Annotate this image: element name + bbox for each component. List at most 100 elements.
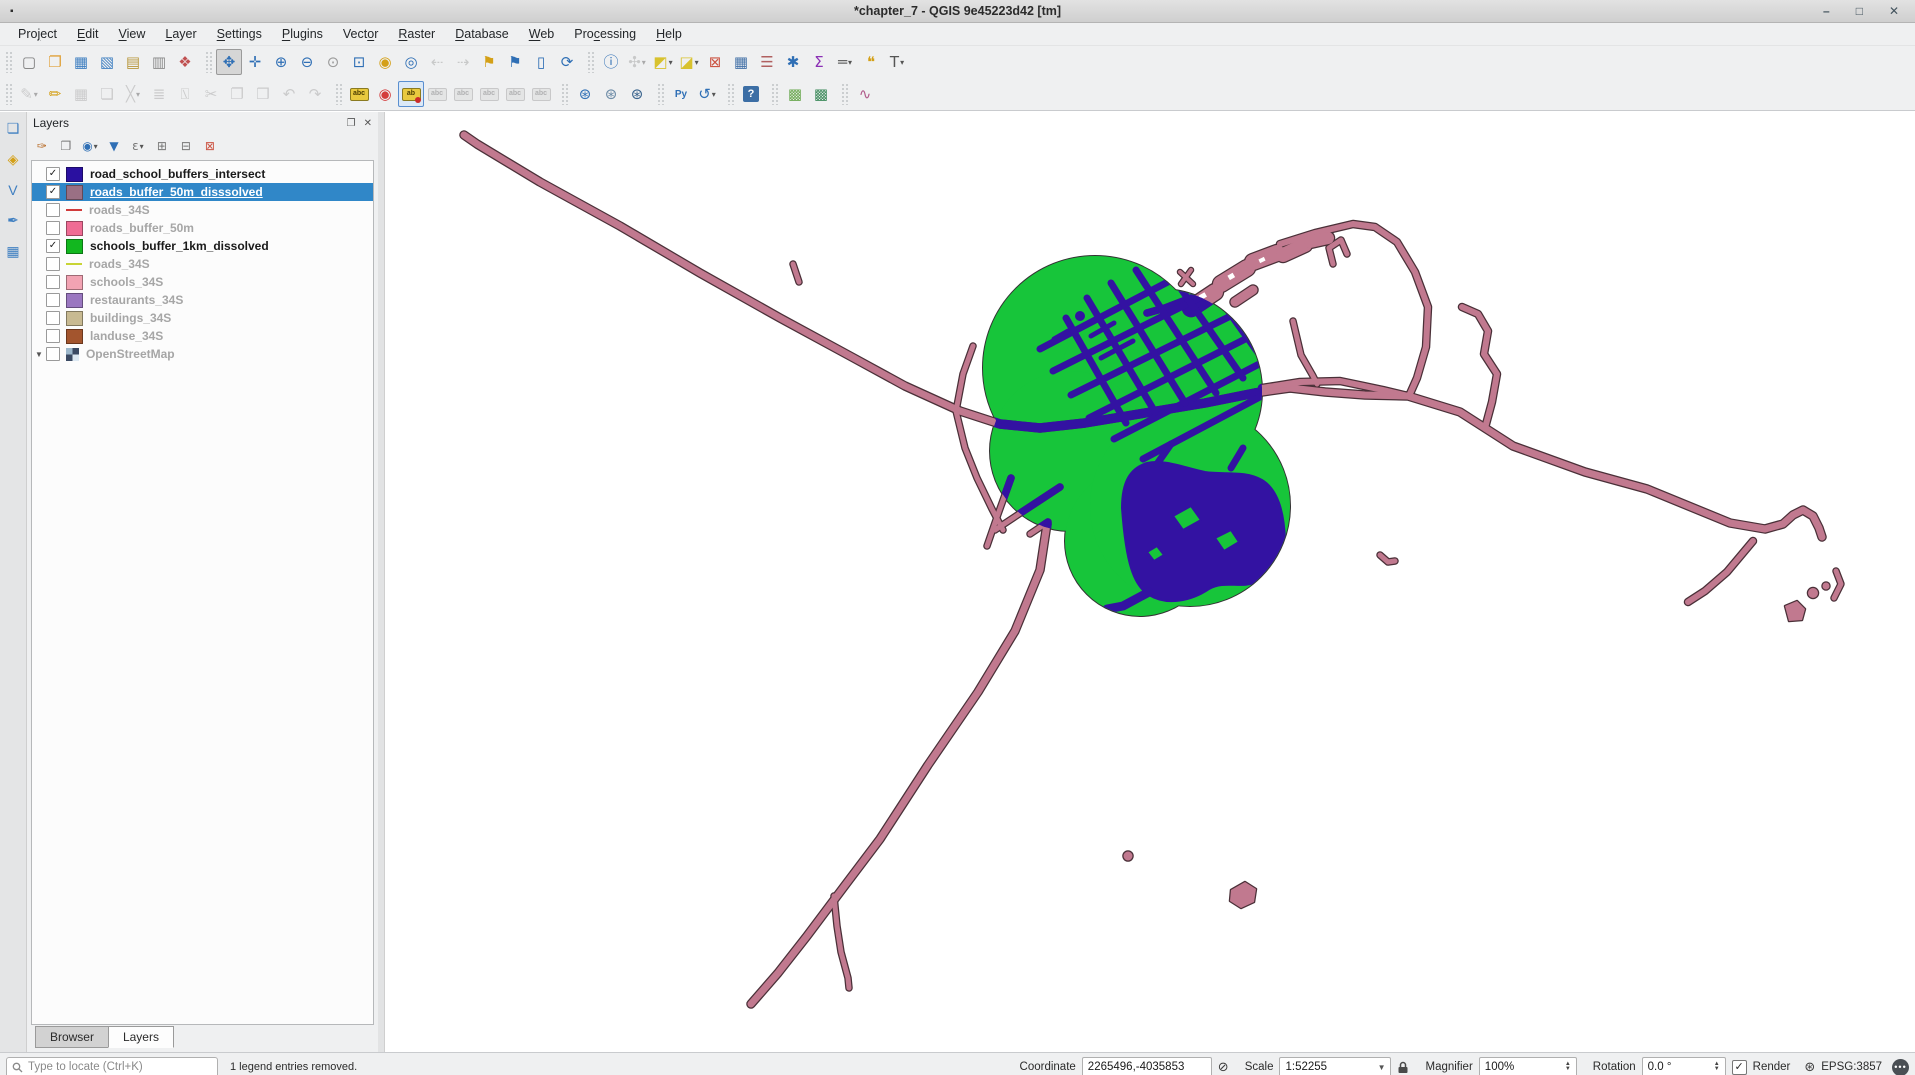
layer-visibility-checkbox[interactable]	[46, 275, 60, 289]
new-geopackage-layer-button[interactable]: ◈	[8, 151, 19, 168]
toolbar-handle[interactable]	[657, 83, 665, 105]
paste-features-button[interactable]: ❒	[250, 81, 276, 107]
bookmark-manager-button[interactable]: ▯	[528, 49, 554, 75]
toolbar-handle[interactable]	[727, 83, 735, 105]
zoom-to-selection-button[interactable]: ◉	[372, 49, 398, 75]
toolbar-handle[interactable]	[587, 51, 595, 73]
new-virtual-layer-button[interactable]: ▦	[6, 243, 19, 260]
menu-edit[interactable]: Edit	[67, 25, 109, 43]
map-canvas[interactable]	[385, 112, 1915, 1052]
pan-to-selection-button[interactable]: ✛	[242, 49, 268, 75]
map-tips-button[interactable]: ❝	[858, 49, 884, 75]
zoom-to-layer-button[interactable]: ◎	[398, 49, 424, 75]
layer-visibility-checkbox[interactable]: ✓	[46, 239, 60, 253]
identify-features-button[interactable]: ⓘ	[598, 49, 624, 75]
zoom-native-button[interactable]: ⊙	[320, 49, 346, 75]
change-label-button[interactable]: abc	[502, 81, 528, 107]
text-annotation-button[interactable]: T▾	[884, 49, 910, 75]
toolbar-handle[interactable]	[5, 83, 13, 105]
tab-layers[interactable]: Layers	[108, 1026, 174, 1048]
refresh-map-button[interactable]: ⟳	[554, 49, 580, 75]
delete-selected-button[interactable]: ⍂	[172, 81, 198, 107]
toolbar-handle[interactable]	[561, 83, 569, 105]
layer-visibility-checkbox[interactable]	[46, 347, 60, 361]
show-hide-labels-button[interactable]: abc	[450, 81, 476, 107]
metasearch-button[interactable]: ⊛	[598, 81, 624, 107]
layer-visibility-checkbox[interactable]	[46, 221, 60, 235]
new-shapefile-layer-button[interactable]: ✒	[7, 212, 19, 229]
toggle-editing-button[interactable]: ✏	[42, 81, 68, 107]
edit-label-button[interactable]: abc	[528, 81, 554, 107]
expand-all-button[interactable]: ⊞	[151, 135, 173, 157]
expand-arrow-icon[interactable]: ▼	[32, 350, 46, 359]
layer-row-schools_buffer_1km_dissolved[interactable]: ✓schools_buffer_1km_dissolved	[32, 237, 373, 255]
scale-combobox[interactable]: 1:52255 ▼	[1279, 1057, 1391, 1075]
web-browser-button[interactable]: ⊛	[624, 81, 650, 107]
spinner-arrows-icon[interactable]: ▲▼	[1565, 1062, 1571, 1072]
select-by-value-button[interactable]: ◪▾	[676, 49, 702, 75]
rotation-spinbox[interactable]: 0.0 ° ▲▼	[1642, 1057, 1726, 1075]
menu-plugins[interactable]: Plugins	[272, 25, 333, 43]
save-layer-edits-button[interactable]: ▦	[68, 81, 94, 107]
move-label-button[interactable]: abc	[476, 81, 502, 107]
filter-legend-button[interactable]: ▼	[103, 135, 125, 157]
copy-features-button[interactable]: ❐	[224, 81, 250, 107]
modify-attributes-button[interactable]: ≣	[146, 81, 172, 107]
save-project-as-button[interactable]: ▧	[94, 49, 120, 75]
osm-editor-button[interactable]: ▩	[808, 81, 834, 107]
close-button[interactable]: ✕	[1889, 0, 1899, 22]
help-contents-button[interactable]: ?	[738, 81, 764, 107]
select-features-button[interactable]: ◩▾	[650, 49, 676, 75]
current-edits-button[interactable]: ✎▾	[16, 81, 42, 107]
layer-visibility-checkbox[interactable]	[46, 329, 60, 343]
undo-button[interactable]: ↶	[276, 81, 302, 107]
run-feature-action-button[interactable]: ✣▾	[624, 49, 650, 75]
toolbar-handle[interactable]	[771, 83, 779, 105]
lock-scale-icon[interactable]	[1397, 1061, 1409, 1074]
vertex-tool-button[interactable]: ╳▾	[120, 81, 146, 107]
zoom-out-button[interactable]: ⊖	[294, 49, 320, 75]
layer-visibility-checkbox[interactable]: ✓	[46, 167, 60, 181]
coordinate-input[interactable]: 2265496,-4035853	[1082, 1057, 1212, 1075]
processing-toolbox-button[interactable]: ✱	[780, 49, 806, 75]
messages-button[interactable]: •••	[1892, 1059, 1909, 1075]
manage-map-themes-button[interactable]: ◉▾	[79, 135, 101, 157]
layer-row-road_school_buffers_intersect[interactable]: ✓road_school_buffers_intersect	[32, 165, 373, 183]
pin-labels-button[interactable]: ab	[398, 81, 424, 107]
new-project-button[interactable]: ▢	[16, 49, 42, 75]
data-source-manager-button[interactable]: ❏	[7, 120, 20, 137]
panel-float-button[interactable]: ❐	[347, 118, 356, 129]
toolbar-handle[interactable]	[205, 51, 213, 73]
menu-view[interactable]: View	[109, 25, 156, 43]
menu-vector[interactable]: Vector	[333, 25, 388, 43]
layer-visibility-checkbox[interactable]	[46, 311, 60, 325]
layer-visibility-checkbox[interactable]: ✓	[46, 185, 60, 199]
layer-visibility-checkbox[interactable]	[46, 293, 60, 307]
open-attribute-table-button[interactable]: ▦	[728, 49, 754, 75]
toolbar-handle[interactable]	[5, 51, 13, 73]
remove-layer-button[interactable]: ⊠	[199, 135, 221, 157]
save-project-button[interactable]: ▦	[68, 49, 94, 75]
python-console-button[interactable]: Py	[668, 81, 694, 107]
highlight-pinned-labels-button[interactable]: abc	[424, 81, 450, 107]
add-group-button[interactable]: ❐	[55, 135, 77, 157]
zoom-full-button[interactable]: ⊡	[346, 49, 372, 75]
layer-row-landuse_34S[interactable]: landuse_34S	[32, 327, 373, 345]
layer-row-schools_34S[interactable]: schools_34S	[32, 273, 373, 291]
redo-button[interactable]: ↷	[302, 81, 328, 107]
zoom-last-button[interactable]: ⇠	[424, 49, 450, 75]
metasearch-new-button[interactable]: ⊛	[572, 81, 598, 107]
layer-row-roads_buffer_50m_disssolved[interactable]: ✓roads_buffer_50m_disssolved	[32, 183, 373, 201]
show-statistics-sum-button[interactable]: Σ	[806, 49, 832, 75]
menu-help[interactable]: Help	[646, 25, 692, 43]
extents-toggle-icon[interactable]: ⊘	[1218, 1059, 1229, 1075]
menu-database[interactable]: Database	[445, 25, 519, 43]
panel-close-button[interactable]: ✕	[364, 118, 372, 129]
layer-row-roads_buffer_50m[interactable]: roads_buffer_50m	[32, 219, 373, 237]
menu-raster[interactable]: Raster	[388, 25, 445, 43]
open-project-button[interactable]: ❐	[42, 49, 68, 75]
deselect-features-button[interactable]: ⊠	[702, 49, 728, 75]
add-feature-button[interactable]: ❏	[94, 81, 120, 107]
spinner-arrows-icon[interactable]: ▲▼	[1714, 1062, 1720, 1072]
new-print-layout-button[interactable]: ▤	[120, 49, 146, 75]
